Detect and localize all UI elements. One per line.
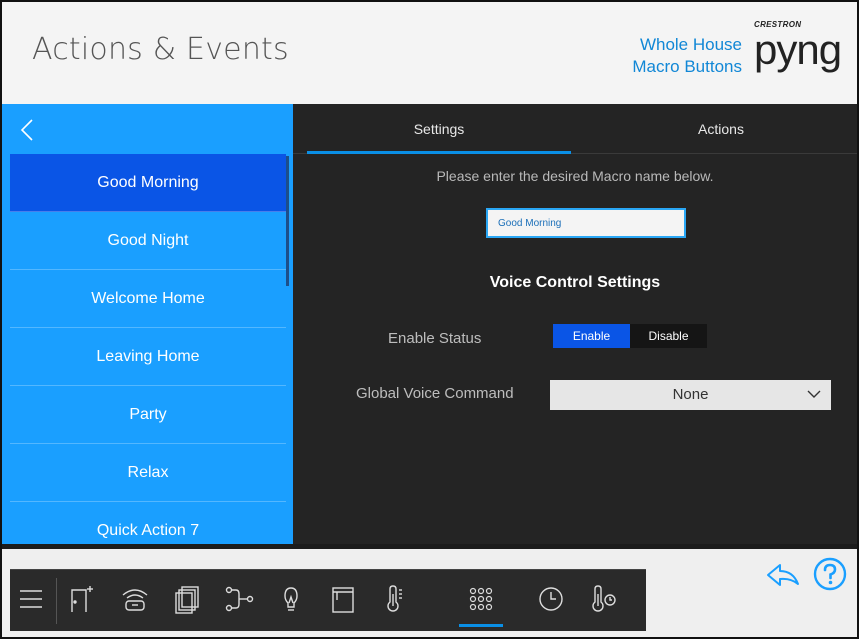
list-item-party[interactable]: Party: [10, 386, 286, 444]
list-item-label: Good Morning: [97, 173, 199, 191]
chevron-left-icon[interactable]: [18, 118, 38, 142]
thermometer-icon[interactable]: [378, 582, 412, 616]
enable-button[interactable]: Enable: [553, 324, 630, 348]
brand-text: Whole House Macro Buttons: [602, 34, 742, 78]
brand-line-1: Whole House: [639, 35, 742, 54]
back-button[interactable]: [2, 104, 293, 154]
active-toolbar-indicator: [459, 624, 503, 627]
list-item-welcome-home[interactable]: Welcome Home: [10, 270, 286, 328]
help-icon[interactable]: [812, 556, 848, 592]
header: Actions & Events Whole House Macro Butto…: [2, 2, 857, 104]
routing-icon[interactable]: [222, 582, 256, 616]
list-item-good-morning[interactable]: Good Morning: [10, 154, 286, 212]
phone-icon[interactable]: [118, 582, 152, 616]
divider: [2, 544, 857, 549]
tab-bar: Settings Actions: [293, 104, 857, 154]
list-item-label: Good Night: [107, 231, 189, 249]
select-value: None: [672, 386, 709, 403]
list-item-relax[interactable]: Relax: [10, 444, 286, 502]
macro-list: Good Morning Good Night Welcome Home Lea…: [10, 154, 286, 544]
brand-line-2: Macro Buttons: [632, 57, 742, 76]
voice-control-heading: Voice Control Settings: [489, 274, 661, 291]
menu-icon[interactable]: [14, 582, 48, 616]
gallery-icon[interactable]: [170, 582, 204, 616]
toolbar-separator: [56, 578, 57, 624]
tab-settings[interactable]: Settings: [293, 104, 585, 154]
active-tab-indicator: [307, 151, 571, 154]
settings-panel: Settings Actions Please enter the desire…: [293, 104, 857, 544]
shade-icon[interactable]: [326, 582, 360, 616]
list-item-leaving-home[interactable]: Leaving Home: [10, 328, 286, 386]
page-title: Actions & Events: [32, 32, 289, 67]
list-item-label: Leaving Home: [96, 347, 200, 365]
list-item-label: Quick Action 7: [96, 521, 200, 539]
thermostat-icon[interactable]: [586, 582, 620, 616]
logo-big-text: pyng: [754, 26, 842, 73]
global-voice-command-label: Global Voice Command: [356, 385, 514, 402]
bottom-toolbar: [10, 569, 646, 631]
tab-actions-label: Actions: [698, 121, 744, 137]
list-item-label: Party: [129, 405, 167, 423]
crestron-pyng-logo: CRESTRON pyng: [754, 20, 850, 82]
macro-name-input[interactable]: [486, 208, 686, 238]
global-voice-command-select[interactable]: None: [550, 380, 831, 410]
disable-button[interactable]: Disable: [630, 324, 707, 348]
door-icon[interactable]: [64, 582, 98, 616]
tab-actions[interactable]: Actions: [585, 104, 857, 154]
light-bulb-icon[interactable]: [274, 582, 308, 616]
enable-status-label: Enable Status: [388, 330, 482, 347]
share-back-icon[interactable]: [765, 560, 801, 590]
enable-status-toggle: Enable Disable: [553, 324, 707, 348]
list-scrollbar[interactable]: [286, 156, 289, 286]
bottom-band: [2, 544, 857, 637]
list-item-quick-action-7[interactable]: Quick Action 7: [10, 502, 286, 544]
macro-list-panel: Good Morning Good Night Welcome Home Lea…: [2, 104, 293, 544]
chevron-down-icon: [807, 390, 821, 398]
list-item-label: Relax: [127, 463, 169, 481]
clock-icon[interactable]: [534, 582, 568, 616]
keypad-icon[interactable]: [464, 582, 498, 616]
list-item-good-night[interactable]: Good Night: [10, 212, 286, 270]
tab-settings-label: Settings: [413, 121, 465, 137]
list-item-label: Welcome Home: [91, 289, 205, 307]
macro-name-prompt: Please enter the desired Macro name belo…: [436, 168, 714, 184]
